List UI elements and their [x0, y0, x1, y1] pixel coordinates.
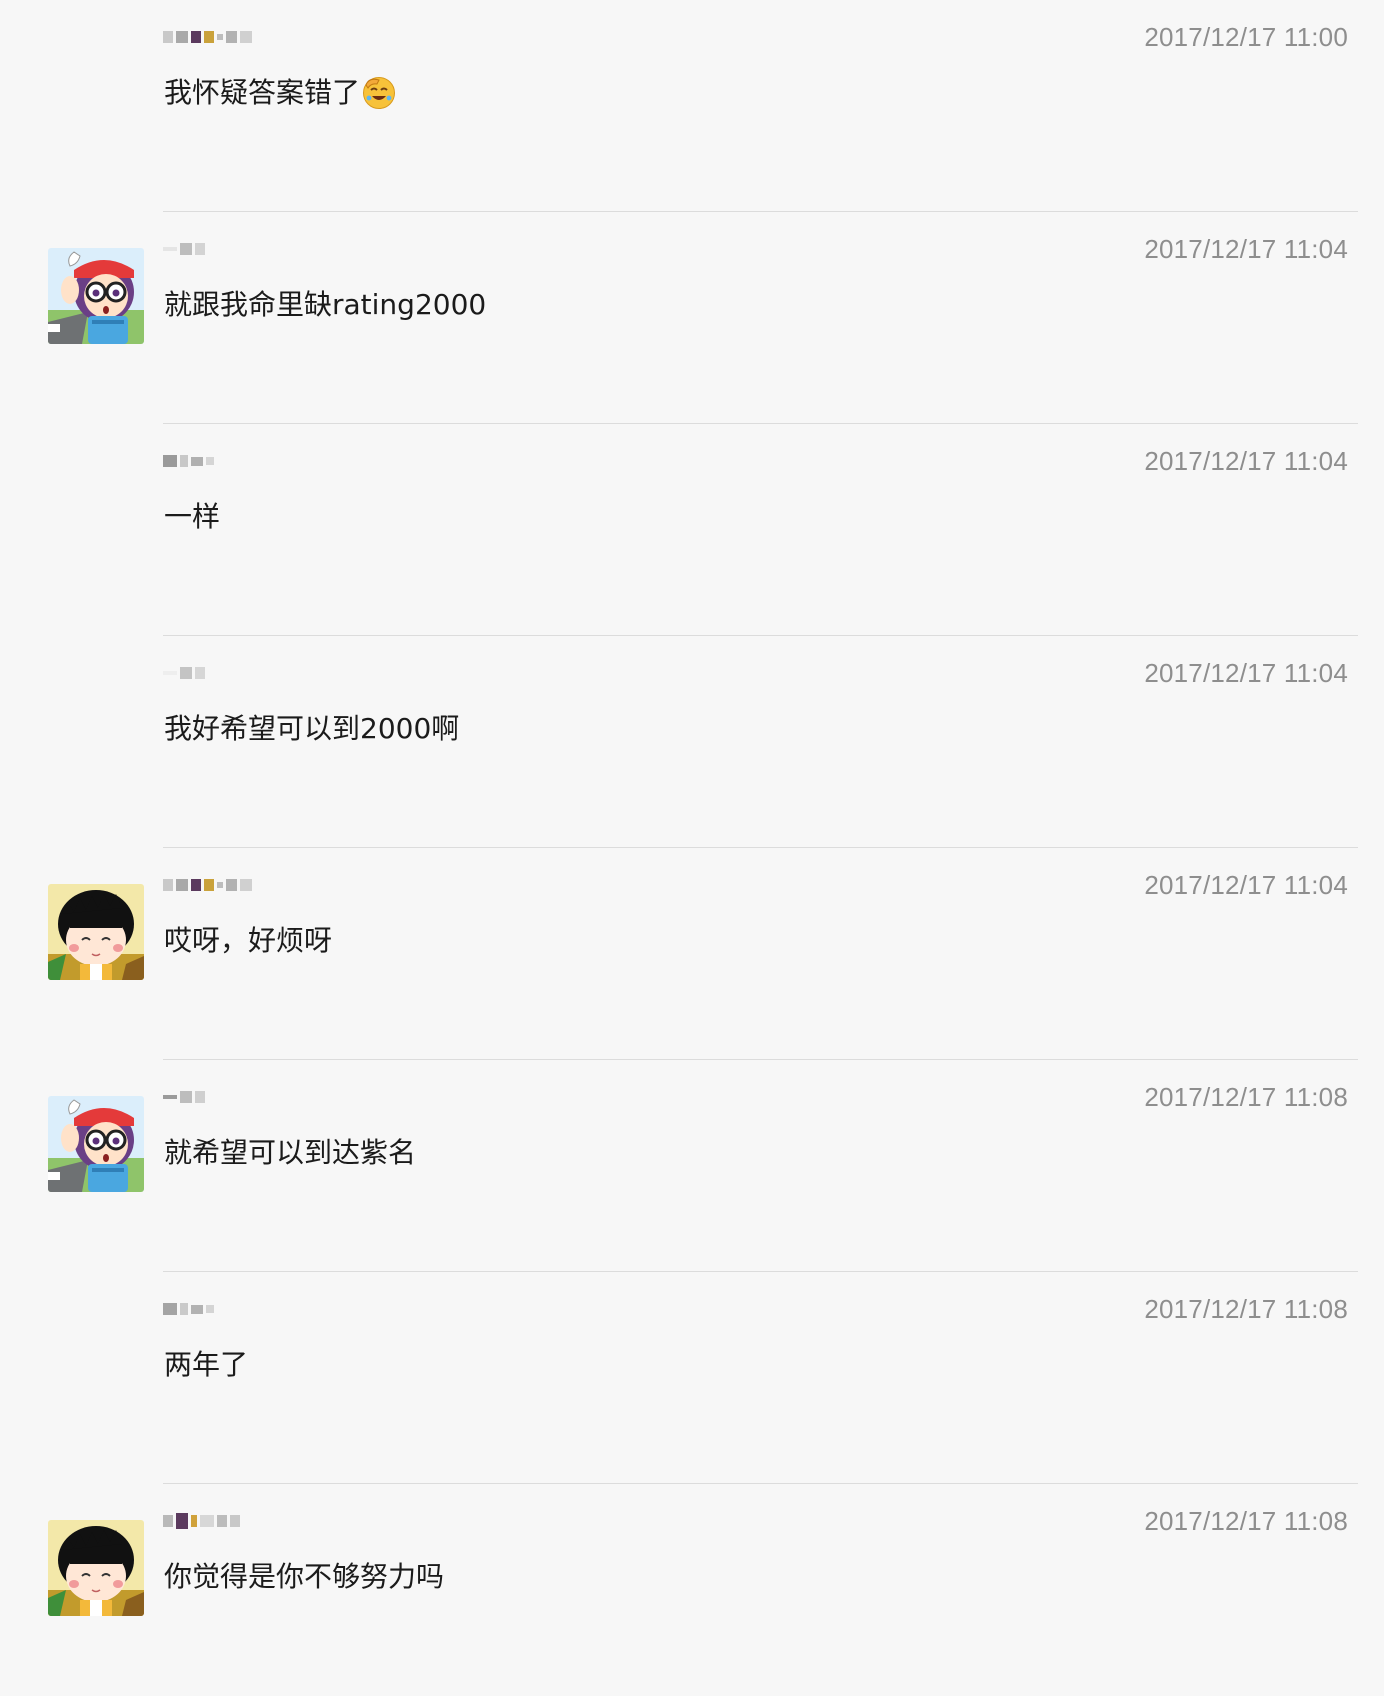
message-text[interactable]: 我好希望可以到2000啊 — [164, 710, 459, 748]
message-text[interactable]: 两年了 — [164, 1346, 248, 1384]
message-timestamp: 2017/12/17 11:08 — [1144, 1294, 1348, 1324]
sender-name-redacted — [163, 237, 205, 261]
message-text[interactable]: 哎呀，好烦呀 — [164, 922, 332, 960]
message-item: 2017/12/17 11:08 就希望可以到达紫名 — [0, 1060, 1384, 1272]
maruko-avatar-icon[interactable] — [48, 884, 144, 980]
message-timestamp: 2017/12/17 11:04 — [1144, 870, 1348, 900]
message-timestamp: 2017/12/17 11:04 — [1144, 446, 1348, 476]
sender-name-redacted — [163, 661, 205, 685]
sender-name-redacted — [163, 449, 214, 473]
message-body: 我怀疑答案错了 — [164, 76, 361, 109]
sender-name-redacted — [163, 1297, 214, 1321]
message-body: 哎呀，好烦呀 — [164, 924, 333, 957]
message-text[interactable]: 我怀疑答案错了 — [164, 74, 396, 112]
sender-name-redacted — [163, 873, 252, 897]
message-text[interactable]: 就跟我命里缺rating2000 — [164, 286, 486, 324]
message-item: 2017/12/17 11:04 我好希望可以到2000啊 — [0, 636, 1384, 848]
message-timestamp: 2017/12/17 11:00 — [1144, 22, 1348, 52]
sender-name-redacted — [163, 1085, 205, 1109]
message-item: 2017/12/17 11:00 我怀疑答案错了 — [0, 0, 1384, 212]
message-item: 2017/12/17 11:08 你觉得是你不够努力吗 — [0, 1484, 1384, 1696]
message-timestamp: 2017/12/17 11:08 — [1144, 1082, 1348, 1112]
arale-avatar-icon[interactable] — [48, 1096, 144, 1192]
message-body: 就希望可以到达紫名 — [164, 1136, 417, 1169]
message-body: 两年了 — [164, 1348, 249, 1381]
chat-message-list: 2017/12/17 11:00 我怀疑答案错了 2017/12/17 11:0… — [0, 0, 1384, 1616]
sender-name-redacted — [163, 25, 252, 49]
message-item: 2017/12/17 11:08 两年了 — [0, 1272, 1384, 1484]
message-timestamp: 2017/12/17 11:08 — [1144, 1506, 1348, 1536]
message-body: 一样 — [164, 500, 221, 533]
message-timestamp: 2017/12/17 11:04 — [1144, 658, 1348, 688]
message-body: 你觉得是你不够努力吗 — [164, 1560, 445, 1593]
facepalm-laugh-emoji-icon — [362, 76, 396, 110]
message-body: 就跟我命里缺rating2000 — [164, 288, 487, 321]
message-text[interactable]: 就希望可以到达紫名 — [164, 1134, 416, 1172]
maruko-avatar-icon[interactable] — [48, 1520, 144, 1616]
message-body: 我好希望可以到2000啊 — [164, 712, 460, 745]
message-text[interactable]: 你觉得是你不够努力吗 — [164, 1558, 444, 1596]
arale-avatar-icon[interactable] — [48, 248, 144, 344]
message-item: 2017/12/17 11:04 一样 — [0, 424, 1384, 636]
message-item: 2017/12/17 11:04 哎呀，好烦呀 — [0, 848, 1384, 1060]
sender-name-redacted — [163, 1509, 240, 1533]
message-timestamp: 2017/12/17 11:04 — [1144, 234, 1348, 264]
message-text[interactable]: 一样 — [164, 498, 220, 536]
message-item: 2017/12/17 11:04 就跟我命里缺rating2000 — [0, 212, 1384, 424]
